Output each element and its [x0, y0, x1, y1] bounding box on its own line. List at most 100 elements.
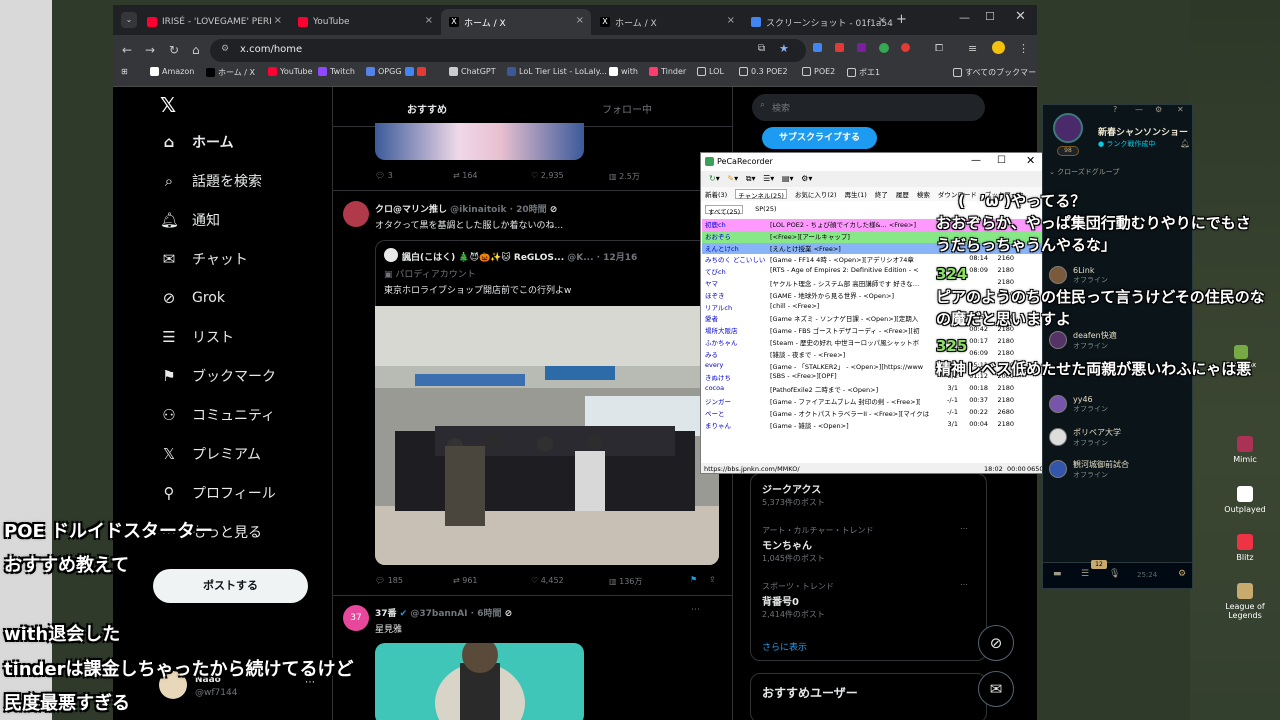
close-icon[interactable]: × [425, 15, 433, 26]
missions-icon[interactable]: ☰ [1081, 569, 1089, 579]
close-icon[interactable]: × [878, 15, 886, 26]
channel-row[interactable]: cocoa [PathofExile2 二時まで - <Open>] 3/1 00:1… [702, 384, 1044, 396]
quote-photo[interactable] [375, 306, 719, 565]
bookmark-chatgpt[interactable]: ChatGPT [449, 67, 496, 76]
address-bar[interactable]: x.com/home [210, 39, 806, 62]
bookmark-folder-03poe2[interactable]: 0.3 POE2 [739, 67, 788, 76]
channel-row[interactable]: ジンガー [Game - ファイアエムブレム 封印の剣 - <Free>][-/-… [702, 395, 1044, 408]
tab-screenshot[interactable]: スクリーンショット - 01f1a546e0× [743, 9, 893, 35]
reload-icon[interactable]: ↻ [169, 43, 179, 57]
close-icon[interactable]: × [727, 15, 735, 26]
nav-premium[interactable]: 𝕏 プレミアム [160, 440, 261, 468]
desktop-icon-blitz[interactable]: Blitz [1215, 534, 1275, 562]
tweet-more-icon[interactable]: ⋯ [691, 605, 700, 615]
install-icon[interactable]: ⧉ [758, 43, 765, 54]
profile-avatar-icon[interactable] [992, 41, 1005, 54]
bookmark-folder-poe2[interactable]: POE2 [802, 67, 835, 76]
subtab-all[interactable]: すべて(25) [705, 205, 744, 216]
home-icon[interactable]: ⌂ [192, 43, 200, 57]
nav-communities[interactable]: ⚇ コミュニティ [160, 401, 275, 429]
trend-more-icon[interactable]: ⋯ [960, 524, 968, 533]
tab-for-you[interactable]: おすすめ [407, 101, 447, 116]
window-close-icon[interactable]: ✕ [1026, 154, 1035, 167]
menu-history[interactable]: 履歴 [896, 189, 909, 199]
reply-count[interactable]: 💬︎ 3 [375, 171, 393, 180]
bookmark-icon[interactable]: ✎ [727, 174, 734, 183]
tab-x-home[interactable]: X ホーム / X × [592, 9, 742, 35]
chat-icon[interactable]: ▬ [1053, 569, 1062, 579]
site-info-icon[interactable]: ⚙ [221, 44, 229, 54]
like-count[interactable]: ♡ 4,452 [531, 576, 564, 585]
nav-notifications[interactable]: 🔔︎ 通知 [160, 206, 220, 234]
bookmark-lol-tier[interactable]: LoL Tier List - LoLaly... [507, 67, 607, 76]
show-more-link[interactable]: さらに表示 [762, 640, 807, 653]
friend-entry[interactable]: deafen快適 オフライン [1049, 326, 1117, 354]
extension-icon-4[interactable] [879, 43, 889, 53]
all-bookmarks[interactable]: すべてのブックマーク [953, 67, 1037, 78]
friend-entry[interactable]: 観河城御前試合 オフライン [1049, 455, 1129, 483]
bookmark-with[interactable]: with [609, 67, 638, 76]
tab-youtube[interactable]: YouTube × [290, 9, 440, 35]
tab-x-home-active[interactable]: X ホーム / X × [441, 9, 591, 35]
repost-count[interactable]: ⇄ 961 [453, 576, 478, 585]
bookmark-icon[interactable]: ⚑ [690, 575, 697, 584]
bookmark-misc-icons[interactable] [405, 67, 429, 76]
tab-irise[interactable]: IRISÉ - 'LOVEGAME' PERI × [139, 9, 289, 35]
tweet-avatar[interactable]: 37 [343, 605, 369, 631]
nav-explore[interactable]: ⌕ 話題を検索 [160, 167, 262, 195]
trend-more-icon[interactable]: ⋯ [960, 580, 968, 589]
bookmark-folder-lol[interactable]: LOL [697, 67, 724, 76]
bookmark-x-home[interactable]: ホーム / X [206, 67, 255, 78]
trend-name[interactable]: ジークアクス [762, 481, 821, 496]
bookmark-star-icon[interactable]: ★ [779, 42, 789, 55]
nav-chat[interactable]: ✉ チャット [160, 245, 248, 273]
summoner-icon[interactable] [1053, 113, 1083, 143]
list-icon[interactable]: ☰ [763, 174, 770, 183]
post-button[interactable]: ポストする [153, 569, 308, 603]
menu-new[interactable]: 新着(3) [705, 189, 727, 199]
tab-search-icon[interactable]: ⌄ [121, 12, 137, 28]
views-count[interactable]: ▥ 2.5万 [609, 171, 640, 182]
friend-entry[interactable]: yy46 オフライン [1049, 390, 1108, 418]
friend-entry[interactable]: 6Link オフライン [1049, 261, 1108, 289]
bookmark-twitch[interactable]: Twitch [318, 67, 355, 76]
extensions-puzzle-icon[interactable]: ⧠ [935, 43, 943, 54]
settings-icon[interactable]: ⚙ [801, 174, 808, 183]
bookmark-opgg[interactable]: OPGG [366, 67, 402, 76]
bookmark-youtube[interactable]: YouTube [268, 67, 313, 76]
settings-icon[interactable]: ⚙ [1155, 105, 1162, 114]
trend-name[interactable]: 背番号0 [762, 593, 799, 608]
bookmark-folder-poe1[interactable]: ポエ1 [847, 67, 880, 78]
subtab-sp[interactable]: SP(25) [755, 205, 776, 214]
friend-entry[interactable]: ポリペア大学 オフライン [1049, 423, 1121, 451]
apps-grid-icon[interactable]: ⊞ [121, 67, 128, 76]
close-icon[interactable]: × [274, 15, 282, 26]
minimize-icon[interactable]: — [971, 155, 981, 166]
subscribe-button[interactable]: サブスクライブする [762, 127, 877, 149]
menu-favorites[interactable]: お気に入り(2) [795, 189, 837, 199]
nav-profile[interactable]: ⚲ プロフィール [160, 479, 276, 507]
new-tab-icon[interactable]: + [896, 12, 907, 27]
menu-ended[interactable]: 終了 [875, 189, 888, 199]
bell-icon[interactable]: 🔔︎ [1180, 139, 1190, 148]
menu-channels[interactable]: チャンネル(25) [735, 189, 787, 200]
bookmark-tinder[interactable]: Tinder [649, 67, 686, 76]
channel-row[interactable]: みちのく どこいしい [Game - FF14 4時 - <Open>][アデリシ… [702, 254, 1044, 267]
grok-icon[interactable]: ⊘ [550, 205, 558, 215]
channel-row[interactable]: まりゃん [Game - 雑談 - <Open>] 3/1 00:04 2180 [702, 419, 1044, 432]
reply-count[interactable]: 💬︎ 185 [375, 576, 403, 585]
help-icon[interactable]: ? [1113, 105, 1117, 114]
channel-row[interactable]: てびch [RTS - Age of Empires 2: Definitive … [702, 266, 1044, 278]
copy-icon[interactable]: ⧉ [746, 174, 752, 183]
desktop-icon-mimic[interactable]: Mimic [1215, 436, 1275, 464]
maximize-icon[interactable]: ☐ [985, 10, 995, 23]
friend-group-header[interactable]: ⌄ クローズドグループ [1049, 167, 1119, 177]
menu-search[interactable]: 検索 [917, 189, 930, 199]
forward-icon[interactable]: → [145, 43, 155, 57]
trend-name[interactable]: モンちゃん [762, 537, 812, 552]
tweet-avatar[interactable] [343, 201, 369, 227]
nav-home[interactable]: ⌂ ホーム [160, 128, 234, 156]
close-icon[interactable]: ✕ [1177, 105, 1184, 114]
menu-playing[interactable]: 再生(1) [845, 189, 867, 199]
messages-float-icon[interactable]: ✉ [978, 671, 1014, 707]
